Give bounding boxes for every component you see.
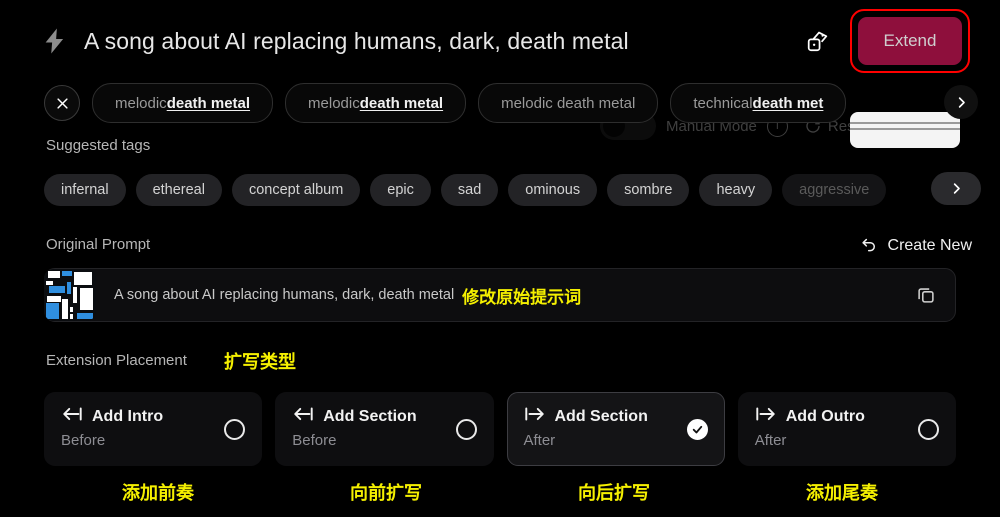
style-chip-prefix: melodic <box>115 94 167 112</box>
arrow-left-to-bar-icon <box>61 405 83 428</box>
extension-placement-options: Add Intro Before Add Section Before Add … <box>44 392 956 466</box>
placement-option-title: Add Section <box>554 407 648 425</box>
style-chip[interactable]: melodic death metal <box>478 83 659 123</box>
bar-to-arrow-right-icon <box>524 405 546 428</box>
radio-unselected[interactable] <box>455 419 477 440</box>
style-chip[interactable]: melodic death metal <box>285 83 467 123</box>
style-chip-prefix: melodic death metal <box>501 94 636 112</box>
extension-placement-label: Extension Placement <box>46 352 187 369</box>
placement-option-title: Add Outro <box>785 407 865 425</box>
style-chip[interactable]: technical death met <box>670 83 847 123</box>
copy-icon[interactable] <box>915 284 937 306</box>
tag-pill[interactable]: concept album <box>231 174 361 206</box>
placement-option-title: Add Intro <box>92 407 164 425</box>
header-actions: Extend <box>802 9 1000 73</box>
extend-song-panel: A song about AI replacing humans, dark, … <box>0 0 1000 517</box>
placement-option-sub: After <box>754 432 787 449</box>
placement-option-sub: Before <box>292 432 337 449</box>
placement-option-sub: Before <box>61 432 106 449</box>
extend-button[interactable]: Extend <box>858 17 962 65</box>
placement-option-add-section-after[interactable]: Add Section After <box>506 392 725 466</box>
placement-annotation: 添加尾奏 <box>806 483 878 503</box>
undo-arrow-icon <box>860 234 879 258</box>
tag-pill[interactable]: heavy <box>699 174 773 206</box>
placement-option-add-outro[interactable]: Add Outro After <box>737 392 956 466</box>
radio-selected[interactable] <box>686 419 708 440</box>
tag-pill[interactable]: ethereal <box>135 174 222 206</box>
suggested-tags-label: Suggested tags <box>46 137 151 154</box>
chevron-right-icon[interactable] <box>931 172 981 205</box>
placement-annotation: 向前扩写 <box>350 483 422 503</box>
dice-icon[interactable] <box>802 24 836 58</box>
original-prompt-field[interactable]: A song about AI replacing humans, dark, … <box>44 268 956 322</box>
tag-pill[interactable]: sad <box>440 174 499 206</box>
original-prompt-label: Original Prompt <box>46 236 151 253</box>
create-new-label: Create New <box>887 237 972 254</box>
create-new-button[interactable]: Create New <box>860 234 972 258</box>
close-icon[interactable] <box>44 85 80 121</box>
style-chips-row: melodic death metal melodic death metal … <box>0 80 1000 126</box>
style-chip[interactable]: melodic death metal <box>92 83 274 123</box>
original-prompt-annotation: 修改原始提示词 <box>462 287 582 307</box>
tag-pill[interactable]: infernal <box>44 174 126 206</box>
arrow-left-to-bar-icon <box>292 405 314 428</box>
lightning-bolt-icon <box>40 26 70 56</box>
cover-art-thumbnail <box>44 269 96 321</box>
style-chip-prefix: melodic <box>308 94 360 112</box>
tag-pill[interactable]: sombre <box>607 174 690 206</box>
page-title: A song about AI replacing humans, dark, … <box>84 27 629 54</box>
placement-annotation: 向后扩写 <box>578 483 650 503</box>
placement-option-add-intro[interactable]: Add Intro Before <box>44 392 263 466</box>
placement-option-title: Add Section <box>323 407 417 425</box>
extend-button-highlight: Extend <box>850 9 970 73</box>
style-chip-emphasis: death metal <box>359 94 444 112</box>
tag-pill[interactable]: aggressive <box>782 174 887 206</box>
original-prompt-value: A song about AI replacing humans, dark, … <box>114 287 455 303</box>
placement-annotation: 添加前奏 <box>122 483 194 503</box>
suggested-tags-row: infernal ethereal concept album epic sad… <box>44 172 1000 208</box>
extension-placement-annotation: 扩写类型 <box>224 352 296 372</box>
tag-pill[interactable]: ominous <box>508 174 598 206</box>
placement-option-sub: After <box>523 432 556 449</box>
style-chip-emphasis: death met <box>752 94 824 112</box>
placement-annotations: 添加前奏 向前扩写 向后扩写 添加尾奏 <box>44 476 956 508</box>
chevron-right-icon[interactable] <box>944 85 978 119</box>
placement-option-add-section-before[interactable]: Add Section Before <box>275 392 494 466</box>
bar-to-arrow-right-icon <box>755 405 777 428</box>
radio-unselected[interactable] <box>918 419 939 440</box>
tag-pill[interactable]: epic <box>370 174 431 206</box>
style-chip-emphasis: death metal <box>166 94 251 112</box>
panel-header: A song about AI replacing humans, dark, … <box>0 0 1000 82</box>
style-chip-prefix: technical <box>693 94 753 112</box>
